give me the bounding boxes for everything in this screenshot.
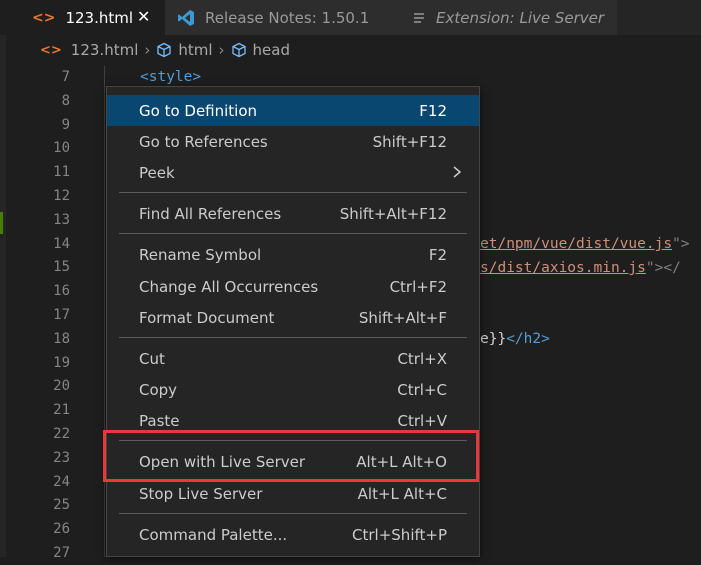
line-number: 14	[53, 236, 70, 252]
breadcrumb: <> 123.html › html › head	[0, 35, 701, 65]
closing-h2-tag: </h2>	[506, 331, 550, 347]
line-number: 27	[53, 545, 70, 561]
code-punctuation: "></	[645, 260, 681, 276]
line-number: 22	[53, 426, 70, 442]
menu-item-shortcut: F12	[419, 101, 447, 120]
line-number: 21	[53, 402, 70, 418]
vscode-logo-icon	[177, 9, 195, 27]
preview-list-icon	[412, 11, 426, 25]
script-src-string: s/dist/axios.min.js	[480, 260, 646, 276]
line-number: 11	[53, 164, 70, 180]
close-tab-icon[interactable]: ✕	[137, 7, 150, 26]
code-line-18[interactable]: e}}</h2>	[480, 327, 550, 351]
menu-item-change-all-occurrences[interactable]: Change All Occurrences Ctrl+F2	[107, 271, 479, 302]
tab-release-notes[interactable]: Release Notes: 1.50.1	[165, 0, 387, 35]
tab-extension-live-server[interactable]: Extension: Live Server	[387, 0, 617, 35]
menu-separator	[119, 513, 467, 514]
menu-item-label: Copy	[139, 380, 178, 399]
cube-icon	[231, 42, 247, 58]
line-number: 13	[53, 212, 70, 228]
chevron-right-icon: ›	[218, 41, 225, 59]
cube-icon	[156, 42, 172, 58]
menu-item-shortcut: Shift+Alt+F	[358, 308, 447, 327]
menu-item-go-to-references[interactable]: Go to References Shift+F12	[107, 126, 479, 157]
code-line-14[interactable]: et/npm/vue/dist/vue.js">	[480, 232, 690, 256]
menu-item-rename-symbol[interactable]: Rename Symbol F2	[107, 239, 479, 270]
menu-item-format-document[interactable]: Format Document Shift+Alt+F	[107, 302, 479, 333]
chevron-right-icon	[451, 165, 463, 183]
line-number: 10	[53, 140, 70, 156]
menu-item-go-to-definition[interactable]: Go to Definition F12	[107, 95, 479, 126]
menu-item-label: Stop Live Server	[139, 484, 263, 503]
tab-label: Release Notes: 1.50.1	[205, 8, 370, 27]
menu-item-command-palette[interactable]: Command Palette... Ctrl+Shift+P	[107, 519, 479, 550]
menu-item-shortcut: Shift+Alt+F12	[339, 204, 447, 223]
html-code-icon: <>	[32, 9, 56, 26]
line-number: 26	[53, 521, 70, 537]
annotation-highlight-box	[103, 430, 479, 482]
line-number: 8	[61, 93, 70, 109]
line-number: 15	[53, 259, 70, 275]
breadcrumb-item-head[interactable]: head	[253, 41, 290, 59]
line-number: 24	[53, 474, 70, 490]
menu-item-shortcut: Alt+L Alt+C	[357, 484, 447, 503]
menu-item-peek[interactable]: Peek	[107, 157, 479, 188]
html-code-icon: <>	[40, 42, 62, 58]
menu-item-label: Command Palette...	[139, 525, 288, 544]
indent-guide	[104, 66, 105, 557]
line-number: 16	[53, 283, 70, 299]
breadcrumb-item-html[interactable]: html	[178, 41, 212, 59]
code-text: e}}	[480, 331, 507, 347]
menu-item-shortcut: Ctrl+F2	[389, 277, 447, 296]
activity-bar-edge	[0, 35, 6, 557]
editor-context-menu: Go to Definition F12 Go to References Sh…	[106, 86, 480, 557]
menu-item-shortcut: Ctrl+Shift+P	[352, 525, 447, 544]
menu-item-cut[interactable]: Cut Ctrl+X	[107, 343, 479, 374]
menu-item-label: Cut	[139, 349, 165, 368]
menu-item-label: Go to References	[139, 132, 268, 151]
line-number: 19	[53, 355, 70, 371]
menu-separator	[119, 233, 467, 234]
line-number: 25	[53, 497, 70, 513]
menu-item-stop-live-server[interactable]: Stop Live Server Alt+L Alt+C	[107, 478, 479, 509]
line-number: 20	[53, 378, 70, 394]
code-punctuation: ">	[672, 236, 690, 252]
menu-item-shortcut: F2	[428, 245, 447, 264]
menu-item-shortcut: Ctrl+X	[397, 349, 447, 368]
line-number: 18	[53, 331, 70, 347]
git-modified-indicator	[0, 212, 3, 234]
menu-separator	[119, 192, 467, 193]
menu-item-shortcut: Shift+F12	[372, 132, 447, 151]
script-src-string: et/npm/vue/dist/vue.js	[480, 236, 673, 252]
menu-item-shortcut: Ctrl+C	[397, 380, 447, 399]
breadcrumb-file[interactable]: 123.html	[71, 41, 139, 59]
tab-123-html[interactable]: <> 123.html ✕	[0, 0, 165, 35]
menu-item-label: Format Document	[139, 308, 275, 327]
tab-label: 123.html	[65, 8, 134, 27]
menu-item-label: Peek	[139, 163, 175, 182]
menu-item-label: Rename Symbol	[139, 245, 262, 264]
menu-item-label: Change All Occurrences	[139, 277, 319, 296]
editor-tab-bar: <> 123.html ✕ Release Notes: 1.50.1 Exte…	[0, 0, 701, 35]
menu-item-shortcut: Ctrl+V	[397, 411, 447, 430]
chevron-right-icon: ›	[144, 41, 151, 59]
line-number: 12	[53, 188, 70, 204]
line-number: 7	[61, 69, 70, 85]
menu-item-label: Go to Definition	[139, 101, 258, 120]
menu-separator	[119, 337, 467, 338]
menu-item-label: Paste	[139, 411, 180, 430]
line-number: 17	[53, 307, 70, 323]
menu-item-copy[interactable]: Copy Ctrl+C	[107, 374, 479, 405]
line-number: 9	[61, 117, 70, 133]
menu-item-label: Find All References	[139, 204, 282, 223]
menu-item-find-all-references[interactable]: Find All References Shift+Alt+F12	[107, 198, 479, 229]
tab-label: Extension: Live Server	[436, 8, 605, 27]
line-number: 23	[53, 450, 70, 466]
code-line-15[interactable]: s/dist/axios.min.js"></	[480, 256, 681, 280]
